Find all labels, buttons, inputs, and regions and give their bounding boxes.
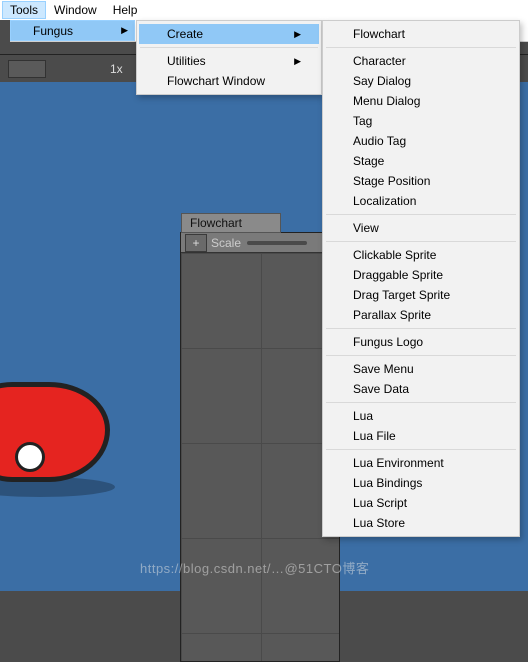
create-item[interactable]: Draggable Sprite: [325, 265, 517, 285]
create-menu: Flowchart Character Say Dialog Menu Dialog T…: [322, 20, 520, 537]
create-item-label: Audio Tag: [353, 134, 406, 148]
create-item[interactable]: Lua Script: [325, 493, 517, 513]
create-item-label: Lua: [353, 409, 373, 423]
create-item-label: Drag Target Sprite: [353, 288, 450, 302]
create-item-label: Lua Store: [353, 516, 405, 530]
create-item[interactable]: Tag: [325, 111, 517, 131]
menu-utilities[interactable]: Utilities ▶: [139, 51, 319, 71]
flowchart-head: + Scale: [181, 233, 339, 253]
create-item-label: Character: [353, 54, 406, 68]
menu-create[interactable]: Create ▶: [139, 24, 319, 44]
create-item[interactable]: Lua Bindings: [325, 473, 517, 493]
create-item-label: Localization: [353, 194, 416, 208]
scale-slider[interactable]: [247, 241, 307, 245]
create-item[interactable]: Flowchart: [325, 24, 517, 44]
add-button[interactable]: +: [185, 234, 207, 252]
toolbar-slot[interactable]: [8, 60, 46, 78]
create-item-label: Lua Environment: [353, 456, 444, 470]
flowchart-grid[interactable]: [181, 253, 339, 661]
create-item-label: Stage Position: [353, 174, 430, 188]
menu-window[interactable]: Window: [46, 1, 105, 19]
create-item[interactable]: Lua File: [325, 426, 517, 446]
create-item[interactable]: Stage Position: [325, 171, 517, 191]
create-item-label: Say Dialog: [353, 74, 411, 88]
menu-create-label: Create: [167, 27, 203, 41]
create-item[interactable]: Save Menu: [325, 359, 517, 379]
create-item-label: Save Data: [353, 382, 409, 396]
create-item[interactable]: Lua: [325, 406, 517, 426]
scale-control: Scale: [211, 236, 307, 250]
sprite-dot: [15, 442, 45, 472]
menu-flowchart-window-label: Flowchart Window: [167, 74, 265, 88]
create-item[interactable]: Parallax Sprite: [325, 305, 517, 325]
chevron-right-icon: ▶: [294, 56, 301, 67]
chevron-right-icon: ▶: [294, 29, 301, 40]
menu-separator: [326, 214, 516, 215]
menu-separator: [326, 47, 516, 48]
create-item[interactable]: Fungus Logo: [325, 332, 517, 352]
create-item[interactable]: Lua Environment: [325, 453, 517, 473]
create-item[interactable]: Audio Tag: [325, 131, 517, 151]
flowchart-panel[interactable]: Flowchart + Scale: [180, 232, 340, 662]
menu-help[interactable]: Help: [105, 1, 146, 19]
scale-label: Scale: [211, 236, 241, 250]
create-item-label: Tag: [353, 114, 372, 128]
create-item[interactable]: Clickable Sprite: [325, 245, 517, 265]
create-item-label: Draggable Sprite: [353, 268, 443, 282]
chevron-right-icon: ▶: [121, 25, 128, 36]
create-item[interactable]: Character: [325, 51, 517, 71]
create-item-label: Stage: [353, 154, 384, 168]
sprite-mushroom[interactable]: [0, 382, 110, 492]
create-item[interactable]: Drag Target Sprite: [325, 285, 517, 305]
menu-separator: [326, 241, 516, 242]
create-item[interactable]: Stage: [325, 151, 517, 171]
create-item-label: Parallax Sprite: [353, 308, 431, 322]
menubar: Tools Window Help: [0, 0, 528, 20]
flowchart-tab[interactable]: Flowchart: [181, 213, 281, 233]
create-item[interactable]: Menu Dialog: [325, 91, 517, 111]
menu-separator: [326, 449, 516, 450]
menu-separator: [140, 47, 318, 48]
create-item[interactable]: Localization: [325, 191, 517, 211]
create-item[interactable]: View: [325, 218, 517, 238]
create-item-label: Lua File: [353, 429, 396, 443]
create-item-label: Menu Dialog: [353, 94, 420, 108]
menu-separator: [326, 355, 516, 356]
create-item[interactable]: Save Data: [325, 379, 517, 399]
menu-separator: [326, 328, 516, 329]
create-item-label: View: [353, 221, 379, 235]
create-item[interactable]: Lua Store: [325, 513, 517, 533]
sprite-body: [0, 382, 110, 482]
create-item-label: Lua Script: [353, 496, 407, 510]
submenu-fungus-label: Fungus: [33, 24, 73, 38]
fungus-menu: Create ▶ Utilities ▶ Flowchart Window: [136, 20, 322, 95]
create-item-label: Flowchart: [353, 27, 405, 41]
watermark: https://blog.csdn.net/…@51CTO博客: [140, 558, 369, 577]
zoom-label: 1x: [110, 62, 123, 76]
create-item-label: Clickable Sprite: [353, 248, 436, 262]
create-item[interactable]: Say Dialog: [325, 71, 517, 91]
create-item-label: Lua Bindings: [353, 476, 422, 490]
submenu-fungus[interactable]: Fungus ▶: [10, 20, 135, 41]
menu-separator: [326, 402, 516, 403]
menu-tools[interactable]: Tools: [2, 1, 46, 19]
menu-flowchart-window[interactable]: Flowchart Window: [139, 71, 319, 91]
create-item-label: Save Menu: [353, 362, 414, 376]
create-item-label: Fungus Logo: [353, 335, 423, 349]
menu-utilities-label: Utilities: [167, 54, 206, 68]
